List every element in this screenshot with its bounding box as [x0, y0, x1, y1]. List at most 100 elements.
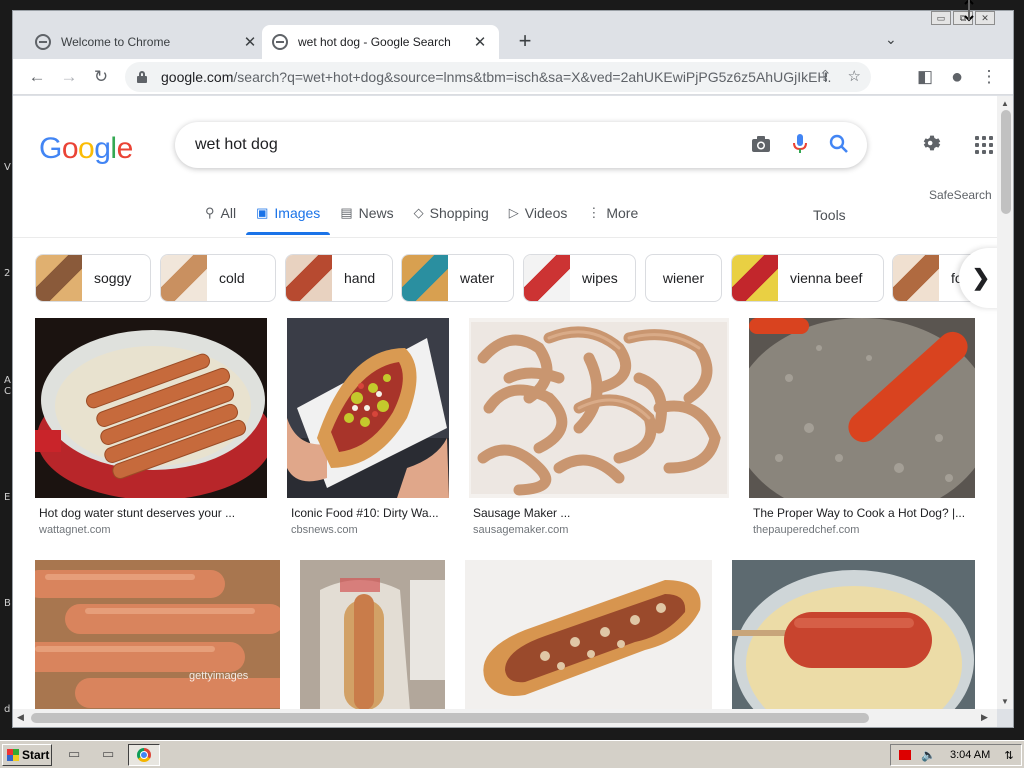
tab-images[interactable]: ▣ Images — [246, 196, 331, 235]
result-source[interactable]: sausagemaker.com — [473, 524, 568, 536]
result-caption[interactable]: Sausage Maker ... — [473, 506, 729, 520]
image-result[interactable] — [732, 560, 975, 709]
result-thumbnail[interactable] — [732, 560, 975, 709]
google-apps-icon[interactable] — [975, 136, 993, 154]
chip-soggy[interactable]: soggy — [35, 254, 151, 302]
chip-label: wipes — [582, 270, 618, 286]
tab-videos[interactable]: ▷ Videos — [499, 196, 578, 230]
result-caption[interactable]: Iconic Food #10: Dirty Wa... — [291, 506, 449, 520]
image-result[interactable]: Hot dog water stunt deserves your ... wa… — [35, 318, 267, 548]
lock-icon[interactable] — [137, 71, 147, 83]
chip-cold[interactable]: cold — [160, 254, 276, 302]
result-thumbnail[interactable] — [749, 318, 975, 498]
close-window-button[interactable]: ✕ — [975, 11, 995, 25]
new-tab-button[interactable]: + — [513, 29, 537, 53]
address-bar[interactable]: google.com/search?q=wet+hot+dog&source=l… — [125, 62, 871, 92]
speaker-icon[interactable]: 🔈 — [921, 748, 936, 762]
tab-more[interactable]: ⋮ More — [577, 196, 648, 230]
tab-shopping[interactable]: ◇ Shopping — [404, 196, 499, 230]
omnibox-actions: ⇪ ☆ — [819, 67, 861, 85]
tray-alert-icon[interactable] — [899, 750, 911, 760]
result-thumbnail[interactable] — [287, 318, 449, 498]
result-thumbnail[interactable] — [465, 560, 712, 709]
taskbar-chrome-button[interactable] — [128, 744, 160, 766]
share-icon[interactable]: ⇪ — [819, 67, 832, 85]
image-result[interactable]: gettyimages — [35, 560, 280, 709]
result-thumbnail[interactable] — [35, 318, 267, 498]
scrollbar-thumb[interactable] — [31, 713, 869, 723]
image-result[interactable]: Iconic Food #10: Dirty Wa... cbsnews.com — [287, 318, 449, 548]
clock: 3:04 AM — [949, 749, 991, 761]
result-caption[interactable]: Hot dog water stunt deserves your ... — [39, 506, 267, 520]
horizontal-scrollbar[interactable]: ◀ ▶ — [13, 709, 997, 727]
search-input[interactable]: wet hot dog — [175, 122, 867, 168]
start-button[interactable]: Start — [2, 744, 52, 766]
camera-icon[interactable] — [751, 135, 771, 153]
tab-title: Welcome to Chrome — [61, 35, 171, 49]
profile-avatar-icon[interactable]: ● — [945, 65, 969, 89]
result-caption[interactable]: The Proper Way to Cook a Hot Dog? |... — [753, 506, 975, 520]
vertical-scrollbar[interactable]: ▲ ▼ — [997, 96, 1013, 709]
tab-google-search[interactable]: wet hot dog - Google Search ✕ — [262, 25, 499, 59]
image-result[interactable] — [465, 560, 712, 709]
logo-letter: o — [61, 132, 79, 165]
watermark-text: gettyimages — [189, 670, 249, 682]
tools-button[interactable]: Tools — [813, 207, 846, 223]
result-thumbnail[interactable] — [35, 560, 280, 709]
result-source[interactable]: wattagnet.com — [39, 524, 111, 536]
reload-button[interactable]: ↻ — [89, 65, 113, 89]
url-text[interactable]: google.com/search?q=wet+hot+dog&source=l… — [161, 69, 831, 85]
desktop-letter: V — [4, 162, 11, 173]
image-icon: ▣ — [256, 205, 269, 220]
settings-gear-icon[interactable] — [921, 132, 943, 154]
chip-wiener[interactable]: wiener — [645, 254, 722, 302]
chip-thumbnail — [732, 255, 778, 301]
result-source[interactable]: thepauperedchef.com — [753, 524, 859, 536]
image-result[interactable] — [300, 560, 445, 709]
safesearch-link[interactable]: SafeSearch — [929, 188, 992, 202]
side-panel-icon[interactable]: ◧ — [913, 65, 937, 89]
tab-label: Shopping — [429, 205, 489, 221]
forward-button[interactable]: → — [57, 65, 81, 89]
scroll-right-icon[interactable]: ▶ — [981, 712, 988, 723]
image-result[interactable]: The Proper Way to Cook a Hot Dog? |... t… — [749, 318, 975, 548]
search-query[interactable]: wet hot dog — [195, 136, 278, 154]
chip-vienna-beef[interactable]: vienna beef — [731, 254, 884, 302]
google-logo[interactable]: Google — [39, 132, 133, 166]
tab-all[interactable]: ⚲ All — [195, 196, 246, 230]
scroll-left-icon[interactable]: ◀ — [17, 712, 24, 723]
bookmark-star-icon[interactable]: ☆ — [848, 67, 861, 85]
quick-launch-icon[interactable]: ▭ — [102, 746, 120, 764]
minimize-button[interactable]: ▭ — [931, 11, 951, 25]
result-thumbnail[interactable] — [300, 560, 445, 709]
tab-welcome[interactable]: Welcome to Chrome ✕ — [25, 25, 269, 59]
chrome-menu-icon[interactable]: ⋮ — [977, 65, 1001, 89]
chip-hand[interactable]: hand — [285, 254, 393, 302]
chip-wipes[interactable]: wipes — [523, 254, 636, 302]
chrome-icon — [137, 748, 151, 762]
tab-search-button[interactable]: ⌄ — [885, 31, 897, 48]
tab-news[interactable]: ▤ News — [330, 196, 403, 230]
search-icon: ⚲ — [205, 205, 215, 220]
show-desktop-icon[interactable]: ▭ — [68, 746, 86, 764]
mouse-cursor-icon — [964, 0, 974, 22]
chip-label: vienna beef — [790, 270, 863, 286]
result-source[interactable]: cbsnews.com — [291, 524, 358, 536]
scrollbar-thumb[interactable] — [1001, 110, 1011, 214]
chip-thumbnail — [36, 255, 82, 301]
image-result[interactable]: Sausage Maker ... sausagemaker.com — [469, 318, 729, 548]
browser-toolbar: ← → ↻ google.com/search?q=wet+hot+dog&so… — [13, 59, 1013, 95]
chip-water[interactable]: water — [401, 254, 514, 302]
result-thumbnail[interactable] — [469, 318, 729, 498]
desktop-letter: A — [4, 375, 11, 386]
scroll-down-icon[interactable]: ▼ — [1001, 697, 1009, 706]
network-icon[interactable]: ⇅ — [1004, 749, 1013, 762]
microphone-icon[interactable] — [793, 134, 807, 154]
tab-close-icon[interactable]: ✕ — [471, 33, 489, 51]
tab-title: wet hot dog - Google Search — [298, 35, 451, 49]
search-icon[interactable] — [829, 134, 849, 154]
chip-label: hand — [344, 270, 376, 286]
tab-close-icon[interactable]: ✕ — [241, 33, 259, 51]
scroll-up-icon[interactable]: ▲ — [1001, 99, 1009, 108]
back-button[interactable]: ← — [25, 65, 49, 89]
